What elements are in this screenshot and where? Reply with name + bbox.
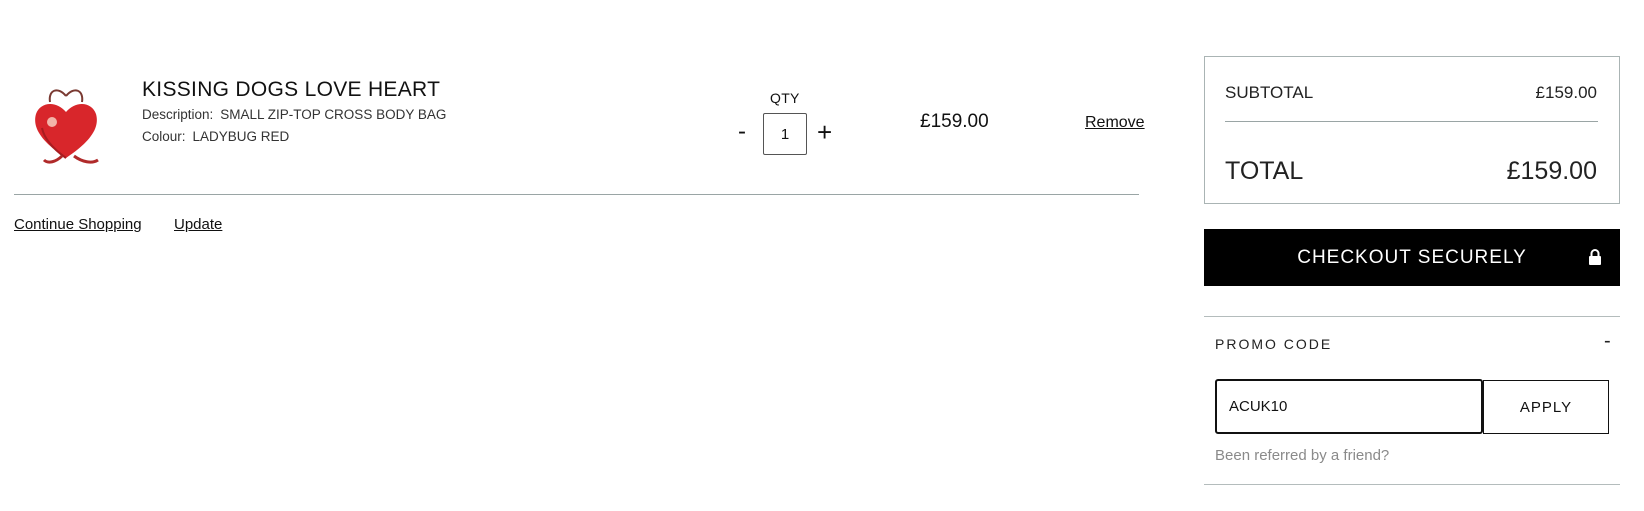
product-colour: Colour: LADYBUG RED (142, 129, 289, 144)
description-label: Description: (142, 107, 214, 122)
total-value: £159.00 (1506, 157, 1597, 185)
qty-label: QTY (770, 90, 800, 106)
colour-value: LADYBUG RED (192, 129, 290, 144)
product-image (22, 82, 110, 170)
product-name: KISSING DOGS LOVE HEART (142, 78, 441, 101)
heart-bag-product-icon (35, 89, 99, 164)
apply-button[interactable]: APPLY (1483, 380, 1609, 434)
total-label: TOTAL (1225, 157, 1304, 185)
promo-code-label: PROMO CODE (1215, 336, 1333, 352)
colour-label: Colour: (142, 129, 186, 144)
qty-input[interactable]: 1 (763, 113, 807, 155)
qty-decrease-button[interactable]: - (738, 120, 746, 144)
continue-shopping-link[interactable]: Continue Shopping (14, 216, 142, 233)
promo-divider-bottom (1204, 484, 1620, 485)
cart-divider (14, 194, 1139, 195)
summary-divider (1225, 121, 1598, 122)
checkout-securely-button[interactable]: CHECKOUT SECURELY (1204, 229, 1620, 286)
promo-code-input[interactable] (1215, 379, 1483, 434)
qty-increase-button[interactable]: + (817, 119, 832, 145)
promo-divider-top (1204, 316, 1620, 317)
checkout-label: CHECKOUT SECURELY (1297, 246, 1527, 268)
subtotal-label: SUBTOTAL (1225, 83, 1314, 102)
update-link[interactable]: Update (174, 216, 222, 233)
item-price: £159.00 (920, 111, 989, 132)
referred-by-friend-link[interactable]: Been referred by a friend? (1215, 447, 1389, 464)
lock-icon (1589, 249, 1601, 265)
description-value: SMALL ZIP-TOP CROSS BODY BAG (220, 107, 447, 122)
remove-link[interactable]: Remove (1085, 114, 1145, 132)
order-summary: SUBTOTAL £159.00 TOTAL £159.00 (1204, 56, 1620, 204)
subtotal-value: £159.00 (1535, 83, 1597, 102)
promo-collapse-toggle[interactable]: - (1604, 330, 1611, 353)
product-description: Description: SMALL ZIP-TOP CROSS BODY BAG (142, 107, 446, 122)
